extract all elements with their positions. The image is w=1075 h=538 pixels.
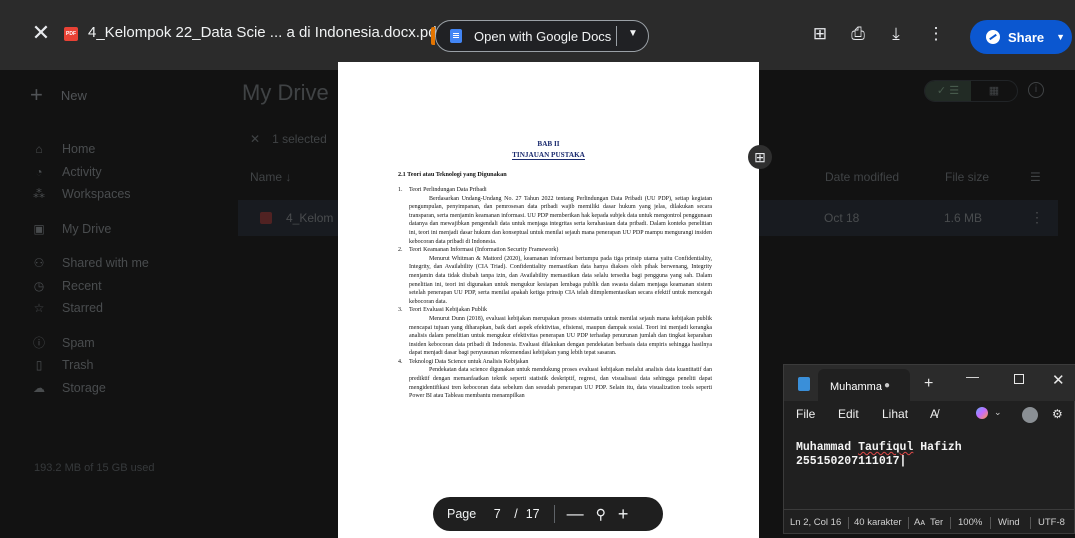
divider: [908, 517, 909, 529]
divider: [950, 517, 951, 529]
open-with-label: Open with Google Docs: [474, 28, 612, 44]
minimize-icon[interactable]: —: [966, 369, 979, 384]
google-docs-icon: [450, 29, 462, 43]
tab-document[interactable]: Muhamma ●: [818, 369, 910, 401]
list-item-title: 2. Teori Keamanan Informasi (Information …: [398, 247, 559, 254]
paragraph: Menurut Whitman & Mattord (2020), keaman…: [409, 255, 712, 305]
format-icon[interactable]: A̸: [930, 407, 938, 421]
menu-view[interactable]: Lihat: [882, 407, 908, 421]
pdf-file-icon: PDF: [64, 27, 78, 41]
line-ending[interactable]: Wind: [998, 517, 1020, 528]
notepad-app-icon: [798, 377, 810, 391]
unsaved-dot-icon[interactable]: ●: [884, 380, 890, 391]
zoom-level[interactable]: 100%: [958, 517, 982, 528]
avatar[interactable]: [1022, 407, 1038, 423]
paragraph: Berdasarkan Undang-Undang No. 27 Tahun 2…: [409, 195, 712, 245]
cursor-position: Ln 2, Col 16: [790, 517, 842, 528]
new-tab-icon[interactable]: +: [924, 375, 933, 393]
page-number-input[interactable]: 7: [486, 507, 508, 521]
close-icon[interactable]: ✕: [1052, 371, 1065, 389]
chevron-down-icon[interactable]: ▼: [1056, 32, 1065, 42]
chevron-down-icon[interactable]: ▼: [628, 28, 638, 39]
page-label: Page: [447, 507, 477, 521]
print-icon[interactable]: ⎙: [848, 24, 868, 44]
zoom-in-icon[interactable]: +: [618, 504, 629, 525]
zoom-icon[interactable]: ⚲: [596, 506, 606, 523]
divider: [990, 517, 991, 529]
list-item-title: 3. Teori Evaluasi Kebijakan Publik: [398, 307, 488, 314]
font-size-icon[interactable]: Aᴀ: [914, 517, 925, 528]
page-total: 17: [525, 507, 540, 521]
divider: [848, 517, 849, 529]
gear-icon[interactable]: ⚙: [1052, 407, 1063, 421]
download-icon[interactable]: ⤓: [886, 24, 906, 44]
notepad-text-area[interactable]: Muhammad Taufiqul Hafizh 255150207111017…: [796, 441, 962, 469]
menu-file[interactable]: File: [796, 407, 815, 421]
section-heading: 2.1 Teori atau Teknologi yang Digunakan: [398, 171, 507, 178]
share-label: Share: [1008, 29, 1045, 45]
notepad-window: Muhamma ● + — ✕ File Edit Lihat A̸ ⌄ ⚙ M…: [783, 364, 1075, 534]
chevron-down-icon[interactable]: ⌄: [994, 407, 1002, 418]
share-icon: [986, 30, 1000, 44]
page-separator: /: [514, 507, 518, 521]
char-count: 40 karakter: [854, 517, 902, 528]
viewer-toolbar: ✕ PDF 4_Kelompok 22_Data Scie ... a di I…: [0, 0, 1075, 70]
add-to-drive-icon[interactable]: ⊞: [810, 24, 830, 44]
encoding[interactable]: UTF-8: [1038, 517, 1065, 528]
paragraph: Pendekatan data science digunakan untuk …: [409, 367, 712, 400]
notepad-menubar: File Edit Lihat A̸ ⌄ ⚙: [784, 401, 1075, 427]
list-item-title: 4. Teknologi Data Science untuk Analisis …: [398, 358, 529, 365]
misspelled-word: Taufiqul: [858, 441, 914, 454]
chapter-number: BAB II: [537, 140, 560, 148]
text-format[interactable]: Ter: [930, 517, 943, 528]
menu-edit[interactable]: Edit: [838, 407, 859, 421]
zoom-out-icon[interactable]: —: [567, 504, 584, 524]
paragraph: Menurut Dunn (2018), evaluasi kebijakan …: [409, 315, 712, 357]
list-item-title: 1. Teori Perlindungan Data Pribadi: [398, 187, 487, 193]
divider: [616, 26, 617, 46]
file-title: 4_Kelompok 22_Data Scie ... a di Indones…: [88, 24, 441, 41]
tab-title: Muhamma: [830, 381, 882, 393]
page-navigation: Page 7 / 17 — ⚲ +: [433, 497, 663, 531]
pdf-page: BAB II TINJAUAN PUSTAKA 2.1 Teori atau T…: [338, 62, 759, 538]
add-comment-icon[interactable]: ⊞: [748, 145, 772, 169]
notepad-statusbar: Ln 2, Col 16 40 karakter Aᴀ Ter 100% Win…: [784, 509, 1075, 535]
copilot-icon[interactable]: [976, 407, 988, 419]
pdf-body: 1. Teori Perlindungan Data Pribadi Berdas…: [398, 186, 712, 401]
more-vert-icon[interactable]: ⋮: [926, 24, 946, 44]
share-button[interactable]: Share ▼: [970, 20, 1072, 54]
chapter-title: TINJAUAN PUSTAKA: [512, 151, 585, 160]
divider: [1030, 517, 1031, 529]
close-icon[interactable]: ✕: [30, 22, 52, 44]
notepad-titlebar: Muhamma ● + — ✕: [784, 365, 1075, 401]
maximize-icon[interactable]: [1014, 374, 1024, 384]
divider: [553, 505, 555, 523]
open-with-button[interactable]: Open with Google Docs ▼: [435, 20, 649, 52]
